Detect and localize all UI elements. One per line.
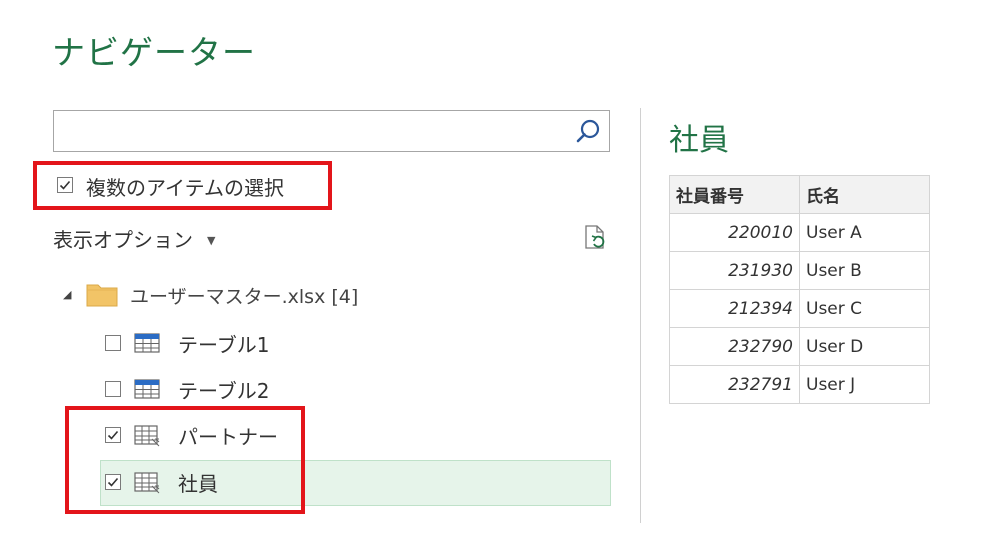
search-box[interactable] bbox=[53, 110, 610, 152]
table-row: 212394 User C bbox=[669, 289, 930, 328]
table-header-row: 社員番号 氏名 bbox=[669, 175, 930, 214]
highlight-multi-select bbox=[33, 161, 332, 210]
pane-divider[interactable] bbox=[640, 108, 641, 523]
table-cell-name: User A bbox=[799, 213, 930, 252]
tree-item-label: テーブル1 bbox=[178, 333, 270, 357]
table-cell-id: 231930 bbox=[669, 251, 800, 290]
table-cell-name: User B bbox=[799, 251, 930, 290]
tree-item-checkbox[interactable] bbox=[105, 381, 121, 397]
search-icon[interactable] bbox=[575, 118, 603, 146]
table-cell-id: 232791 bbox=[669, 365, 800, 404]
table-cell-id: 232790 bbox=[669, 327, 800, 366]
tree-item-label: テーブル2 bbox=[178, 379, 270, 403]
table-cell-id: 220010 bbox=[669, 213, 800, 252]
preview-title: 社員 bbox=[669, 123, 729, 158]
tree-item-checkbox[interactable] bbox=[105, 335, 121, 351]
view-options-button[interactable]: 表示オプション ▼ bbox=[53, 224, 215, 253]
preview-table: 社員番号 氏名 220010 User A 231930 User B 2123… bbox=[669, 175, 930, 404]
table-cell-name: User J bbox=[799, 365, 930, 404]
chevron-down-icon: ▼ bbox=[207, 234, 216, 247]
expand-collapse-icon[interactable]: ◢ bbox=[63, 288, 71, 301]
refresh-icon[interactable] bbox=[582, 224, 610, 252]
highlight-selected-items bbox=[65, 406, 305, 514]
search-input[interactable] bbox=[60, 117, 564, 147]
column-header: 氏名 bbox=[799, 175, 930, 214]
view-options-label: 表示オプション bbox=[53, 228, 193, 252]
table-row: 220010 User A bbox=[669, 213, 930, 252]
folder-icon bbox=[86, 284, 118, 307]
table-row: 231930 User B bbox=[669, 251, 930, 290]
page-title: ナビゲーター bbox=[52, 33, 256, 72]
table-icon bbox=[134, 333, 160, 353]
table-row: 232790 User D bbox=[669, 327, 930, 366]
table-row: 232791 User J bbox=[669, 365, 930, 404]
column-header: 社員番号 bbox=[669, 175, 800, 214]
table-cell-name: User D bbox=[799, 327, 930, 366]
table-cell-name: User C bbox=[799, 289, 930, 328]
table-cell-id: 212394 bbox=[669, 289, 800, 328]
table-icon bbox=[134, 379, 160, 399]
tree-file-label[interactable]: ユーザーマスター.xlsx [4] bbox=[130, 282, 358, 309]
